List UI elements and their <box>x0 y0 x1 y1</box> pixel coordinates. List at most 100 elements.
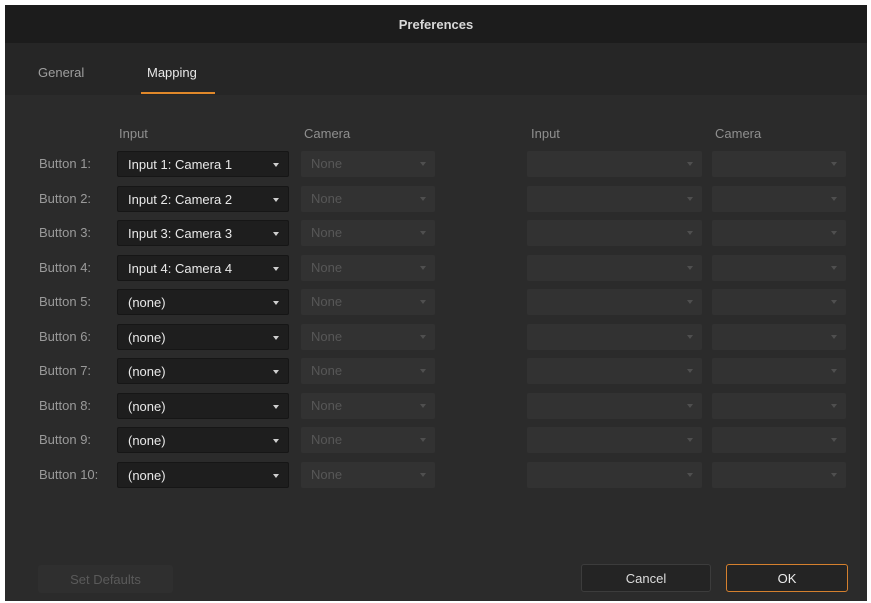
input-dropdown[interactable]: Input 3: Camera 3 <box>117 220 289 246</box>
right-camera-dropdown[interactable] <box>712 220 846 246</box>
camera-dropdown[interactable]: None <box>301 324 435 350</box>
chevron-down-icon <box>273 301 279 305</box>
header-input-right: Input <box>531 126 560 141</box>
input-dropdown[interactable]: (none) <box>117 289 289 315</box>
right-input-dropdown[interactable] <box>527 462 702 488</box>
camera-dropdown[interactable]: None <box>301 358 435 384</box>
chevron-down-icon <box>273 370 279 374</box>
right-camera-dropdown[interactable] <box>712 462 846 488</box>
camera-dropdown-value: None <box>311 294 343 309</box>
right-camera-dropdown[interactable] <box>712 151 846 177</box>
input-dropdown-value: (none) <box>128 399 166 414</box>
chevron-down-icon <box>273 336 279 340</box>
row-label: Button 5: <box>39 294 92 309</box>
chevron-down-icon <box>687 438 693 442</box>
window-title: Preferences <box>5 5 867 43</box>
row-label: Button 10: <box>39 467 99 482</box>
chevron-down-icon <box>420 231 426 235</box>
chevron-down-icon <box>420 438 426 442</box>
preferences-window: Preferences General Mapping Input Camera… <box>5 5 867 601</box>
right-input-dropdown[interactable] <box>527 324 702 350</box>
right-camera-dropdown[interactable] <box>712 255 846 281</box>
input-dropdown-value: Input 2: Camera 2 <box>128 192 233 207</box>
right-camera-dropdown[interactable] <box>712 186 846 212</box>
chevron-down-icon <box>273 198 279 202</box>
chevron-down-icon <box>687 369 693 373</box>
tab-mapping[interactable]: Mapping <box>147 65 197 80</box>
chevron-down-icon <box>687 335 693 339</box>
row-label: Button 1: <box>39 156 92 171</box>
camera-dropdown-value: None <box>311 398 343 413</box>
header-input-left: Input <box>119 126 148 141</box>
row-label: Button 7: <box>39 363 92 378</box>
chevron-down-icon <box>831 266 837 270</box>
chevron-down-icon <box>831 335 837 339</box>
right-input-dropdown[interactable] <box>527 220 702 246</box>
chevron-down-icon <box>687 162 693 166</box>
camera-dropdown-value: None <box>311 329 343 344</box>
input-dropdown[interactable]: (none) <box>117 393 289 419</box>
camera-dropdown[interactable]: None <box>301 393 435 419</box>
right-camera-dropdown[interactable] <box>712 324 846 350</box>
right-input-dropdown[interactable] <box>527 151 702 177</box>
right-input-dropdown[interactable] <box>527 186 702 212</box>
chevron-down-icon <box>687 231 693 235</box>
right-camera-dropdown[interactable] <box>712 427 846 453</box>
input-dropdown-value: Input 3: Camera 3 <box>128 226 233 241</box>
chevron-down-icon <box>420 266 426 270</box>
chevron-down-icon <box>831 231 837 235</box>
chevron-down-icon <box>420 162 426 166</box>
input-dropdown[interactable]: (none) <box>117 358 289 384</box>
camera-dropdown-value: None <box>311 432 343 447</box>
right-camera-dropdown[interactable] <box>712 289 846 315</box>
camera-dropdown[interactable]: None <box>301 151 435 177</box>
chevron-down-icon <box>831 162 837 166</box>
camera-dropdown[interactable]: None <box>301 186 435 212</box>
ok-button[interactable]: OK <box>726 564 848 592</box>
right-input-dropdown[interactable] <box>527 358 702 384</box>
cancel-button[interactable]: Cancel <box>581 564 711 592</box>
header-camera-right: Camera <box>715 126 762 141</box>
input-dropdown-value: Input 4: Camera 4 <box>128 261 233 276</box>
input-dropdown[interactable]: Input 1: Camera 1 <box>117 151 289 177</box>
chevron-down-icon <box>831 473 837 477</box>
right-camera-dropdown[interactable] <box>712 393 846 419</box>
right-camera-dropdown[interactable] <box>712 358 846 384</box>
chevron-down-icon <box>420 197 426 201</box>
camera-dropdown-value: None <box>311 260 343 275</box>
input-dropdown-value: Input 1: Camera 1 <box>128 157 233 172</box>
input-dropdown[interactable]: (none) <box>117 427 289 453</box>
input-dropdown[interactable]: (none) <box>117 462 289 488</box>
input-dropdown[interactable]: Input 4: Camera 4 <box>117 255 289 281</box>
camera-dropdown-value: None <box>311 467 343 482</box>
chevron-down-icon <box>687 300 693 304</box>
active-tab-indicator <box>141 92 215 94</box>
right-input-dropdown[interactable] <box>527 393 702 419</box>
input-dropdown-value: (none) <box>128 433 166 448</box>
camera-dropdown-value: None <box>311 363 343 378</box>
camera-dropdown[interactable]: None <box>301 289 435 315</box>
set-defaults-button[interactable]: Set Defaults <box>38 565 173 593</box>
camera-dropdown[interactable]: None <box>301 255 435 281</box>
input-dropdown[interactable]: (none) <box>117 324 289 350</box>
camera-dropdown[interactable]: None <box>301 462 435 488</box>
row-label: Button 4: <box>39 260 92 275</box>
chevron-down-icon <box>273 439 279 443</box>
chevron-down-icon <box>420 335 426 339</box>
right-input-dropdown[interactable] <box>527 289 702 315</box>
chevron-down-icon <box>687 197 693 201</box>
camera-dropdown-value: None <box>311 156 343 171</box>
camera-dropdown[interactable]: None <box>301 427 435 453</box>
chevron-down-icon <box>420 473 426 477</box>
chevron-down-icon <box>273 267 279 271</box>
camera-dropdown-value: None <box>311 225 343 240</box>
row-label: Button 9: <box>39 432 92 447</box>
chevron-down-icon <box>831 369 837 373</box>
camera-dropdown[interactable]: None <box>301 220 435 246</box>
tab-general[interactable]: General <box>38 65 84 80</box>
right-input-dropdown[interactable] <box>527 427 702 453</box>
input-dropdown[interactable]: Input 2: Camera 2 <box>117 186 289 212</box>
right-input-dropdown[interactable] <box>527 255 702 281</box>
chevron-down-icon <box>420 404 426 408</box>
row-label: Button 3: <box>39 225 92 240</box>
